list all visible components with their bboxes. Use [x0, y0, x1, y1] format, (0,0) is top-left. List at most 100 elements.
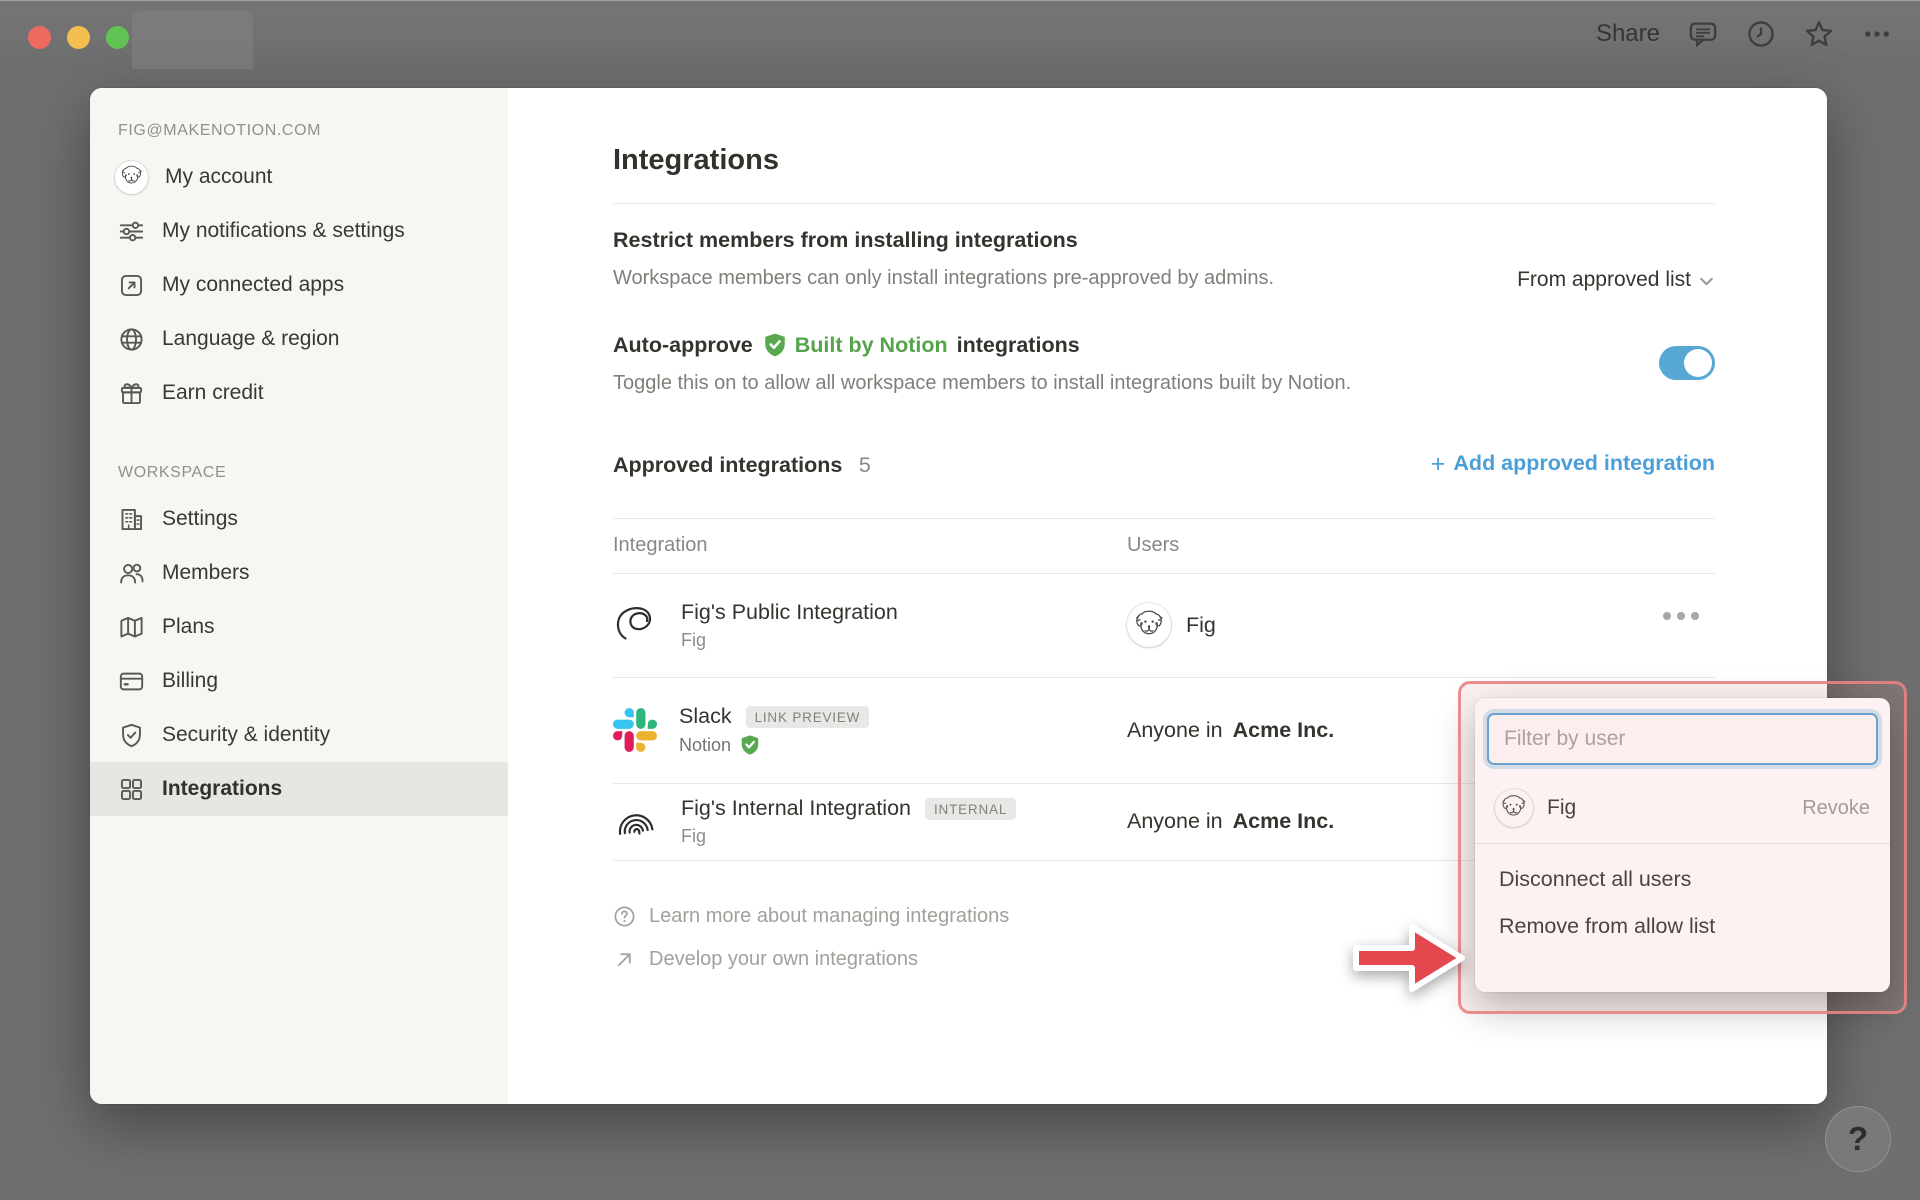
users-prefix: Anyone in [1127, 717, 1223, 742]
gift-icon [118, 380, 145, 407]
built-by-notion-badge: Built by Notion [762, 332, 948, 358]
table-row[interactable]: Fig's Public Integration Fig Fig [613, 574, 1715, 677]
integration-name: Fig's Internal Integration [681, 796, 911, 820]
help-button[interactable]: ? [1825, 1106, 1891, 1172]
users-cell: Fig [1127, 603, 1216, 647]
star-icon[interactable] [1804, 19, 1834, 49]
users-org: Acme Inc. [1232, 809, 1335, 833]
sidebar-item-label: Billing [162, 669, 219, 692]
globe-icon [118, 326, 145, 353]
user-avatar [1495, 789, 1533, 827]
sidebar-item-label: Language & region [162, 327, 340, 350]
internal-badge: INTERNAL [924, 797, 1017, 820]
question-circle-icon [613, 905, 636, 928]
grid-icon [118, 776, 145, 803]
integration-subtitle: Fig [681, 826, 707, 846]
minimize-window-button[interactable] [67, 26, 90, 49]
building-icon [118, 506, 145, 533]
auto-approve-prefix: Auto-approve [613, 332, 753, 357]
topbar-actions: Share [1596, 12, 1892, 56]
sidebar-item-label: My account [165, 165, 273, 188]
sidebar-item-my-account[interactable]: My account [90, 150, 508, 204]
add-approved-integration-label: Add approved integration [1453, 451, 1715, 475]
sidebar-item-notifications-settings[interactable]: My notifications & settings [90, 204, 508, 258]
approved-integrations-count: 5 [858, 452, 871, 477]
credit-card-icon [118, 668, 145, 695]
green-shield-check-icon [762, 332, 788, 358]
sidebar-item-label: Plans [162, 615, 215, 638]
sidebar-item-settings[interactable]: Settings [90, 492, 508, 546]
sidebar-item-members[interactable]: Members [90, 546, 508, 600]
learn-more-label: Learn more about managing integrations [649, 904, 1010, 927]
page-title: Integrations [613, 144, 779, 176]
popup-user-name: Fig [1547, 796, 1577, 819]
map-icon [118, 614, 145, 641]
restrict-dropdown[interactable]: From approved list [1517, 266, 1715, 294]
toggle-knob [1684, 349, 1712, 377]
sidebar-item-label: Earn credit [162, 381, 264, 404]
integration-name: Slack [679, 704, 732, 728]
window-controls [28, 26, 129, 49]
close-window-button[interactable] [28, 26, 51, 49]
integration-subtitle: Notion [679, 734, 732, 755]
develop-integrations-label: Develop your own integrations [649, 947, 919, 970]
auto-approve-toggle[interactable] [1659, 346, 1715, 380]
remove-from-allow-list-item[interactable]: Remove from allow list [1487, 903, 1878, 950]
sidebar-item-earn-credit[interactable]: Earn credit [90, 366, 508, 420]
sidebar-item-billing[interactable]: Billing [90, 654, 508, 708]
dropdown-value: From approved list [1517, 268, 1691, 291]
users-org: Acme Inc. [1232, 717, 1335, 742]
sidebar-item-language-region[interactable]: Language & region [90, 312, 508, 366]
sidebar-item-plans[interactable]: Plans [90, 600, 508, 654]
ellipsis-icon[interactable] [1862, 19, 1892, 49]
user-avatar [1127, 603, 1171, 647]
scribble-doodle-icon [613, 602, 659, 648]
workspace-header: WORKSPACE [118, 464, 227, 481]
auto-approve-title: Auto-approve Built by Notion integration… [613, 332, 1351, 358]
arrow-up-right-box-icon [118, 272, 145, 299]
arrow-up-right-icon [613, 948, 636, 971]
revoke-button[interactable]: Revoke [1802, 797, 1870, 820]
users-cell: Anyone in Acme Inc. [1127, 809, 1334, 834]
sidebar-item-label: Integrations [162, 777, 283, 800]
built-by-notion-label: Built by Notion [794, 332, 948, 357]
history-clock-icon[interactable] [1746, 19, 1776, 49]
sidebar-item-label: My notifications & settings [162, 219, 405, 242]
share-button[interactable]: Share [1596, 20, 1660, 48]
shield-check-icon [118, 722, 145, 749]
sidebar-item-integrations[interactable]: Integrations [90, 762, 508, 816]
table-header-row: Integration Users [613, 519, 1715, 573]
chevron-down-icon [1698, 272, 1715, 289]
disconnect-all-users-item[interactable]: Disconnect all users [1487, 856, 1878, 903]
popup-user-row[interactable]: Fig Revoke [1487, 777, 1878, 839]
users-prefix: Anyone in [1127, 809, 1223, 833]
zoom-window-button[interactable] [106, 26, 129, 49]
sidebar-item-connected-apps[interactable]: My connected apps [90, 258, 508, 312]
add-approved-integration-button[interactable]: + Add approved integration [1431, 451, 1715, 476]
auto-approve-section: Auto-approve Built by Notion integration… [613, 332, 1715, 399]
restrict-title: Restrict members from installing integra… [613, 228, 1078, 252]
row-more-menu-button[interactable] [1663, 611, 1699, 620]
sidebar-item-security-identity[interactable]: Security & identity [90, 708, 508, 762]
approved-integrations-header: Approved integrations 5 + Add approved i… [613, 451, 1715, 478]
window-tab [132, 11, 253, 69]
divider [613, 203, 1715, 204]
restrict-section: Restrict members from installing integra… [613, 228, 1715, 294]
sidebar-item-label: Settings [162, 507, 238, 530]
user-name: Fig [1186, 612, 1216, 637]
popup-menu: Disconnect all users Remove from allow l… [1487, 844, 1878, 950]
arcs-doodle-icon [613, 799, 659, 845]
integration-users-popup: Fig Revoke Disconnect all users Remove f… [1475, 698, 1890, 992]
account-email-header: FIG@MAKENOTION.COM [118, 122, 322, 139]
user-avatar [115, 160, 148, 194]
sidebar-item-label: Security & identity [162, 723, 331, 746]
filter-by-user-input[interactable] [1487, 713, 1878, 765]
restrict-description: Workspace members can only install integ… [613, 267, 1275, 289]
verified-check-icon [739, 734, 761, 756]
comment-icon[interactable] [1688, 19, 1718, 49]
people-icon [118, 560, 145, 587]
auto-approve-description: Toggle this on to allow all workspace me… [613, 372, 1352, 394]
column-header-users: Users [1127, 534, 1180, 556]
approved-integrations-title: Approved integrations [613, 452, 843, 477]
screen: { "window": { "topbar": { "share_label":… [0, 0, 1920, 1200]
